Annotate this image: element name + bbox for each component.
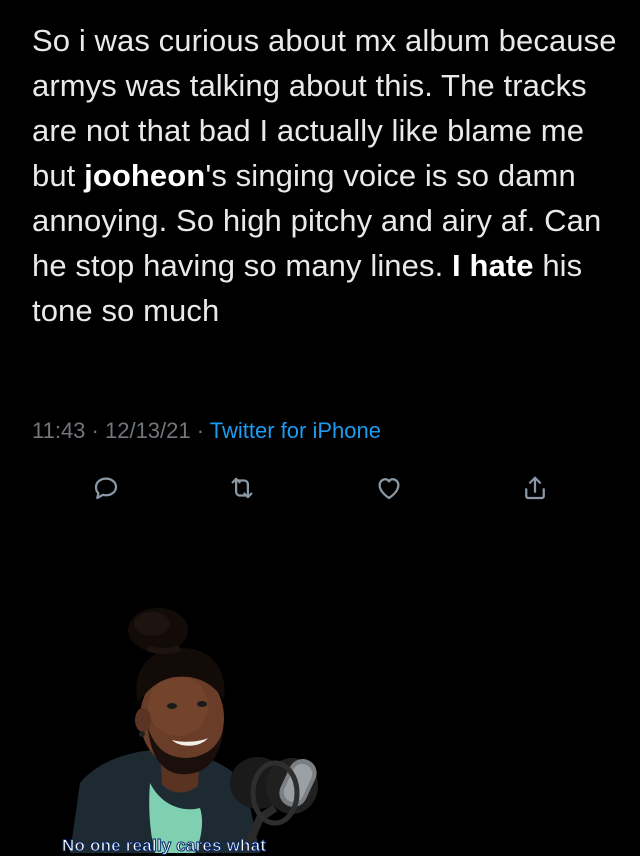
like-button[interactable] [371,470,407,506]
reply-button[interactable] [88,470,124,506]
tweet-action-bar [0,470,640,510]
tweet-text: So i was curious about mx album because … [32,18,622,333]
share-button[interactable] [517,470,553,506]
tweet-time: 11:43 [32,418,86,443]
reply-icon [94,477,118,500]
retweet-icon [231,477,253,499]
retweet-button[interactable] [224,470,260,506]
mention-jooheon: jooheon [84,158,206,193]
tweet-source-link[interactable]: Twitter for iPhone [210,418,381,443]
person-with-microphone-image [60,608,332,853]
emphasis-i-hate: I hate [452,248,534,283]
meta-separator: · [85,418,105,443]
tweet-date: 12/13/21 [104,418,191,443]
share-icon [525,476,545,500]
video-thumbnail[interactable] [60,608,332,853]
tweet-metadata: 11:43 · 12/13/21 · Twitter for iPhone [32,418,381,444]
heart-icon [378,478,400,500]
meta-separator: · [190,418,210,443]
video-caption: No one really cares what [61,836,267,856]
